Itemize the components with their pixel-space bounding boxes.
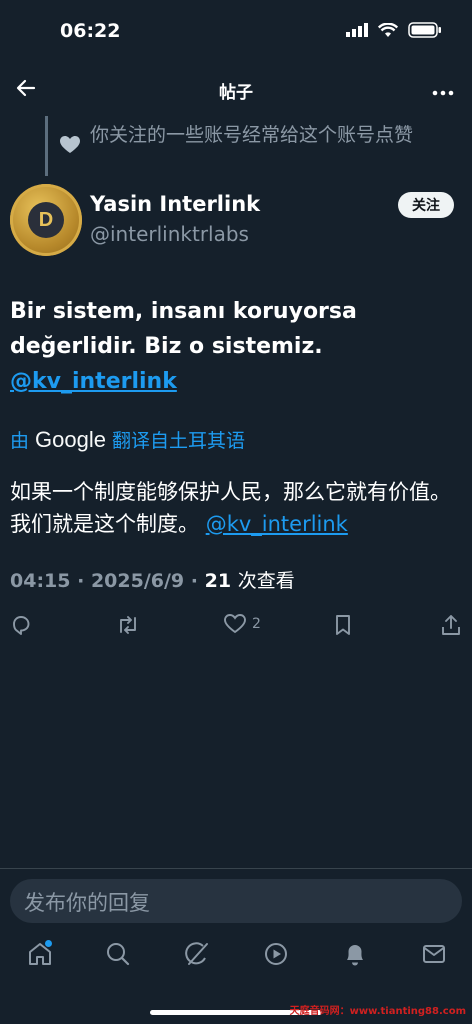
reply-placeholder: 发布你的回复 (24, 891, 150, 915)
meta-separator: · (77, 570, 85, 592)
social-context-text: 你关注的一些账号经常给这个账号点赞 (90, 124, 414, 146)
more-options-button[interactable] (432, 82, 454, 101)
notifications-icon (347, 945, 363, 966)
watermark: 天庭音码网：www.tianting88.com (289, 1006, 466, 1017)
post-meta: 04:15 · 2025/6/9 · 21 次查看 (10, 566, 295, 593)
notification-dot (45, 940, 52, 947)
signal-icon (346, 23, 368, 37)
page-title: 帖子 (219, 83, 253, 103)
avatar[interactable]: D (10, 184, 82, 256)
like-heart-icon (224, 614, 246, 634)
system-icons (346, 22, 442, 38)
post-text: Bir sistem, insanı koruyorsa değerlidir.… (10, 294, 460, 399)
translated-text: 如果一个制度能够保护人民，那么它就有价值。我们就是这个制度。 @kv_inter… (10, 476, 465, 540)
reply-icon (13, 616, 30, 635)
battery-icon (408, 22, 441, 38)
status-bar: 06:22 (0, 0, 472, 62)
like-count: 2 (252, 616, 261, 632)
meta-separator: · (190, 570, 198, 592)
views-label: 次查看 (237, 570, 295, 592)
divider (0, 868, 472, 869)
tab-search[interactable] (104, 940, 132, 972)
reply-button[interactable] (10, 614, 32, 636)
reply-input[interactable]: 发布你的回复 (10, 879, 462, 923)
bottom-tab-bar (0, 940, 472, 980)
action-bar: 2 (0, 614, 472, 644)
more-icon (432, 90, 454, 96)
wifi-icon (378, 22, 398, 37)
tab-video[interactable] (262, 940, 290, 972)
post-date: 2025/6/9 (90, 570, 185, 592)
bookmark-button[interactable] (334, 614, 352, 636)
translation-by: 由 (10, 430, 30, 452)
post-time: 04:15 (10, 570, 71, 592)
post-text-line: değerlidir. Biz o sistemiz. (10, 334, 323, 359)
tab-notifications[interactable] (341, 940, 369, 972)
heart-icon (60, 136, 80, 153)
post-text-line: Bir sistem, insanı koruyorsa (10, 299, 357, 324)
repost-icon (120, 616, 136, 634)
search-icon (107, 943, 130, 966)
messages-icon (423, 945, 445, 963)
translated-mention-link[interactable]: @kv_interlink (206, 512, 348, 536)
social-context: 你关注的一些账号经常给这个账号点赞 (60, 122, 450, 153)
video-icon (265, 943, 287, 965)
translation-attribution[interactable]: 由 Google 翻译自土耳其语 (10, 426, 245, 453)
like-button[interactable]: 2 (224, 614, 261, 634)
repost-button[interactable] (116, 614, 140, 636)
translation-provider: Google (35, 426, 106, 452)
status-time: 06:22 (60, 20, 121, 42)
tab-messages[interactable] (420, 940, 448, 972)
post-mention-link[interactable]: @kv_interlink (10, 364, 460, 399)
share-button[interactable] (440, 614, 462, 636)
translation-action[interactable]: 翻译自土耳其语 (112, 426, 245, 453)
views-count: 21 (204, 570, 232, 592)
avatar-logo: D (28, 202, 64, 238)
author-handle[interactable]: @interlinktrlabs (90, 222, 249, 246)
follow-button[interactable]: 关注 (398, 192, 454, 218)
author-display-name[interactable]: Yasin Interlink (90, 192, 260, 216)
tab-grok[interactable] (183, 940, 211, 972)
thread-line (45, 116, 48, 176)
share-icon (442, 615, 460, 635)
tab-home[interactable] (26, 940, 54, 972)
bookmark-icon (336, 615, 350, 635)
grok-icon (185, 942, 208, 965)
